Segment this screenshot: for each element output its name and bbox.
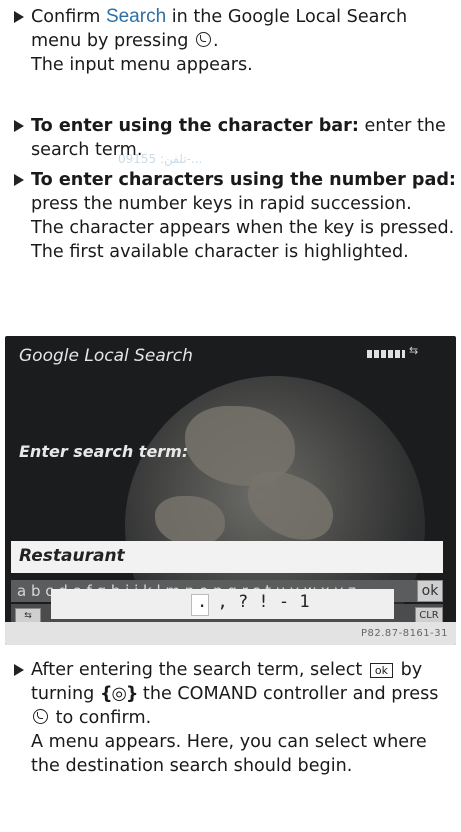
text: Confirm (31, 7, 106, 27)
popup-characters: . , ? ! - 1 (197, 592, 310, 612)
ok-key-symbol: ok (369, 663, 394, 678)
ok-button[interactable]: ok (417, 580, 443, 602)
step-text: After entering the search term, select o… (31, 658, 457, 778)
step-number-pad: To enter characters using the number pad… (0, 168, 461, 264)
step-text: Confirm Search in the Google Local Searc… (31, 5, 457, 77)
text: press the number keys in rapid successio… (31, 194, 412, 214)
step-text: To enter characters using the number pad… (31, 168, 457, 264)
text: the COMAND controller and press (137, 684, 439, 704)
text: to confirm. (50, 708, 152, 728)
character-popup[interactable]: . , ? ! - 1 (51, 589, 394, 619)
text: After entering the search term, select (31, 660, 368, 680)
bold-lead: To enter using the character bar: (31, 116, 359, 136)
step-confirm-search: Confirm Search in the Google Local Searc… (0, 5, 461, 77)
turn-controller-icon: {◎} (99, 684, 138, 704)
search-word: Search (105, 6, 167, 27)
text: . (213, 31, 219, 51)
result-text: The character appears when the key is pr… (31, 218, 455, 262)
search-input-value: Restaurant (19, 546, 125, 566)
figure-code: P82.87-8161-31 (360, 628, 448, 639)
step-select-ok: After entering the search term, select o… (0, 658, 461, 778)
comand-screen: Google Local Search ⇆ Enter search term:… (5, 336, 456, 645)
bullet-arrow-icon (14, 11, 24, 23)
step-character-bar: To enter using the character bar: enter … (0, 114, 461, 162)
bullet-arrow-icon (14, 120, 24, 132)
result-text: A menu appears. Here, you can select whe… (31, 732, 427, 776)
press-controller-icon (33, 709, 48, 724)
bullet-arrow-icon (14, 664, 24, 676)
signal-strength-icon (367, 350, 405, 358)
result-text: The input menu appears. (31, 55, 253, 75)
bold-lead: To enter characters using the number pad… (31, 170, 456, 190)
connection-icon: ⇆ (409, 344, 419, 357)
press-controller-icon (196, 32, 211, 47)
screen-title: Google Local Search (19, 346, 193, 366)
land (155, 496, 225, 546)
search-input[interactable]: Restaurant (11, 541, 443, 573)
bullet-arrow-icon (14, 174, 24, 186)
step-text: To enter using the character bar: enter … (31, 114, 457, 162)
search-prompt: Enter search term: (19, 442, 189, 461)
